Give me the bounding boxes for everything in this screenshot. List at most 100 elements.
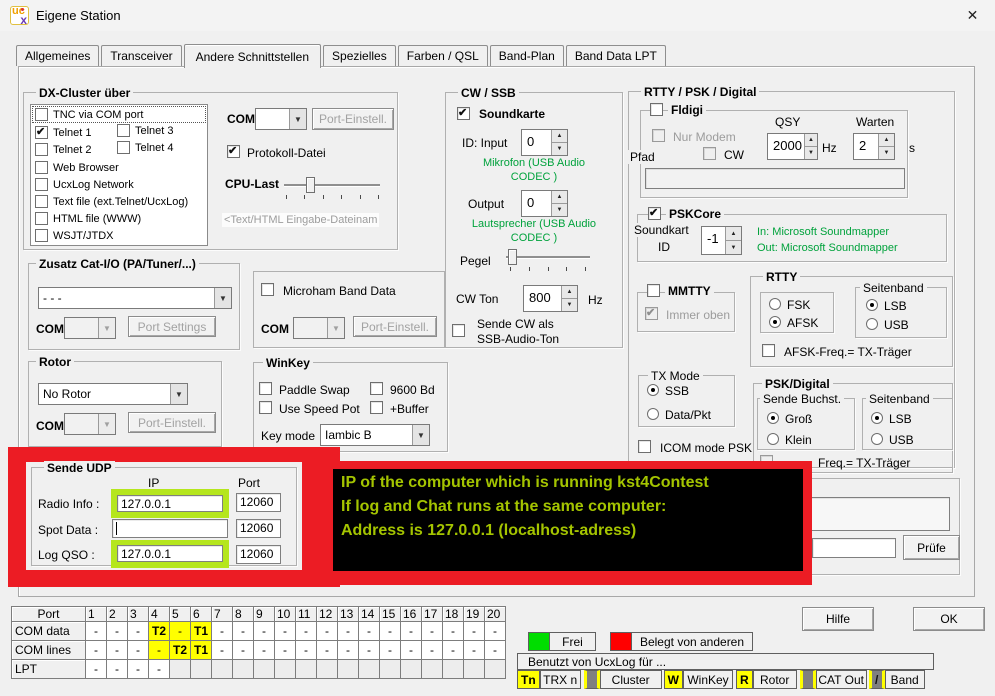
pruefe-button[interactable]: Prüfe <box>903 535 960 560</box>
ssb-radio[interactable] <box>647 384 659 396</box>
telnet4-checkbox[interactable] <box>117 141 130 154</box>
ok-button[interactable]: OK <box>913 607 985 631</box>
rotor-com-combo[interactable]: ▼ <box>64 413 116 435</box>
cw-ton-spinner[interactable]: 800 ▲▼ <box>523 285 578 312</box>
spin-down-icon[interactable]: ▼ <box>805 147 817 159</box>
zusatz-device-combo[interactable]: - - -▼ <box>38 287 232 309</box>
input-id-spinner[interactable]: 0 ▲▼ <box>521 129 568 156</box>
pruefe-input-field[interactable] <box>812 538 896 558</box>
microham-checkbox[interactable] <box>261 283 274 296</box>
cpu-last-slider-thumb[interactable] <box>306 177 315 193</box>
immer-oben-checkbox[interactable] <box>645 307 658 320</box>
telnet1-checkbox[interactable] <box>35 126 48 139</box>
spot-data-ip-field[interactable] <box>112 519 228 538</box>
buffer-label: +Buffer <box>390 402 429 416</box>
rtty-lsb-radio[interactable] <box>866 299 878 311</box>
tab-farben-qsl[interactable]: Farben / QSL <box>398 45 488 66</box>
zusatz-com-combo[interactable]: ▼ <box>64 317 116 339</box>
warten-spinner[interactable]: 2 ▲▼ <box>853 133 895 160</box>
spot-data-port-field[interactable]: 12060 <box>236 519 281 538</box>
psk-usb-radio[interactable] <box>871 433 883 445</box>
psk-lsb-radio[interactable] <box>871 412 883 424</box>
buffer-checkbox[interactable] <box>370 401 383 414</box>
dx-port-settings-button[interactable]: Port-Einstell. <box>312 108 394 130</box>
web-browser-checkbox[interactable] <box>35 161 48 174</box>
spin-up-icon[interactable]: ▲ <box>552 191 567 204</box>
spin-up-icon[interactable]: ▲ <box>879 134 894 147</box>
icom-mode-psk-checkbox[interactable] <box>638 440 651 453</box>
hilfe-button[interactable]: Hilfe <box>802 607 874 631</box>
tab-andere-schnittstellen[interactable]: Andere Schnittstellen <box>184 44 321 68</box>
protokoll-datei-checkbox[interactable] <box>227 145 240 158</box>
gross-radio[interactable] <box>767 412 779 424</box>
microham-com-combo[interactable]: ▼ <box>293 317 345 339</box>
spin-down-icon[interactable]: ▼ <box>562 299 577 311</box>
port-cell-disabled <box>170 660 191 679</box>
port-row-header: COM lines <box>12 641 86 660</box>
klein-radio[interactable] <box>767 433 779 445</box>
microham-port-button[interactable]: Port-Einstell. <box>353 316 437 337</box>
telnet3-checkbox[interactable] <box>117 124 130 137</box>
wsjt-checkbox[interactable] <box>35 229 48 242</box>
log-qso-port-field[interactable]: 12060 <box>236 545 281 564</box>
text-file-checkbox[interactable] <box>35 195 48 208</box>
html-file-checkbox[interactable] <box>35 212 48 225</box>
pskcore-checkbox[interactable] <box>648 207 661 220</box>
port-column-header: 17 <box>422 607 443 622</box>
port-cell-disabled <box>254 660 275 679</box>
zusatz-port-settings-button[interactable]: Port Settings <box>128 316 216 337</box>
ucxlog-network-checkbox[interactable] <box>35 178 48 191</box>
use-speed-pot-checkbox[interactable] <box>259 401 272 414</box>
telnet2-checkbox[interactable] <box>35 143 48 156</box>
port-cell: - <box>107 641 128 660</box>
pegel-slider-thumb[interactable] <box>508 249 517 265</box>
tab-allgemeines[interactable]: Allgemeines <box>16 45 99 66</box>
pfad-field[interactable] <box>645 168 905 189</box>
cpu-last-slider-track[interactable] <box>284 184 380 186</box>
output-id-spinner[interactable]: 0 ▲▼ <box>521 190 568 217</box>
fldigi-checkbox[interactable] <box>650 103 663 116</box>
spin-down-icon[interactable]: ▼ <box>726 241 741 254</box>
paddle-swap-checkbox[interactable] <box>259 382 272 395</box>
qsy-spinner[interactable]: 2000 ▲▼ <box>767 133 818 160</box>
afsk-freq-checkbox[interactable] <box>762 344 775 357</box>
chevron-down-icon[interactable]: ▼ <box>412 425 429 445</box>
rotor-combo[interactable]: No Rotor▼ <box>38 383 188 405</box>
tab-band-plan[interactable]: Band-Plan <box>490 45 564 66</box>
nur-modem-checkbox[interactable] <box>652 129 665 142</box>
rtty-usb-radio[interactable] <box>866 318 878 330</box>
tab-spezielles[interactable]: Spezielles <box>323 45 396 66</box>
tnc-checkbox[interactable] <box>35 108 48 121</box>
key-mode-combo[interactable]: Iambic B▼ <box>320 424 430 446</box>
afsk-radio[interactable] <box>769 316 781 328</box>
mmtty-checkbox[interactable] <box>647 284 660 297</box>
spin-down-icon[interactable]: ▼ <box>552 143 567 155</box>
radio-info-port-field[interactable]: 12060 <box>236 493 281 512</box>
spin-up-icon[interactable]: ▲ <box>562 286 577 299</box>
spin-up-icon[interactable]: ▲ <box>726 227 741 241</box>
port-column-header: 14 <box>359 607 380 622</box>
spin-up-icon[interactable]: ▲ <box>805 134 817 147</box>
wsjt-label: WSJT/JTDX <box>53 230 114 242</box>
tab-transceiver[interactable]: Transceiver <box>101 45 181 66</box>
pskcore-id-spinner[interactable]: -1 ▲▼ <box>701 226 742 255</box>
radio-info-ip-field[interactable]: 127.0.0.1 <box>117 495 223 512</box>
dx-com-combo[interactable]: ▼ <box>255 108 307 130</box>
chevron-down-icon[interactable]: ▼ <box>289 109 306 129</box>
chevron-down-icon[interactable]: ▼ <box>214 288 231 308</box>
close-icon[interactable]: ✕ <box>950 0 995 31</box>
pegel-slider-track[interactable] <box>506 256 590 258</box>
spin-down-icon[interactable]: ▼ <box>879 147 894 159</box>
tab-band-data-lpt[interactable]: Band Data LPT <box>566 45 666 66</box>
rotor-port-settings-button[interactable]: Port-Einstell. <box>128 412 216 433</box>
log-qso-ip-field[interactable]: 127.0.0.1 <box>117 545 223 562</box>
spin-down-icon[interactable]: ▼ <box>552 204 567 216</box>
fsk-radio[interactable] <box>769 298 781 310</box>
data-pkt-radio[interactable] <box>647 408 659 420</box>
spin-up-icon[interactable]: ▲ <box>552 130 567 143</box>
chevron-down-icon[interactable]: ▼ <box>170 384 187 404</box>
soundkarte-checkbox[interactable] <box>457 107 470 120</box>
sende-cw-checkbox[interactable] <box>452 324 465 337</box>
9600bd-checkbox[interactable] <box>370 382 383 395</box>
fldigi-cw-checkbox[interactable] <box>703 147 716 160</box>
